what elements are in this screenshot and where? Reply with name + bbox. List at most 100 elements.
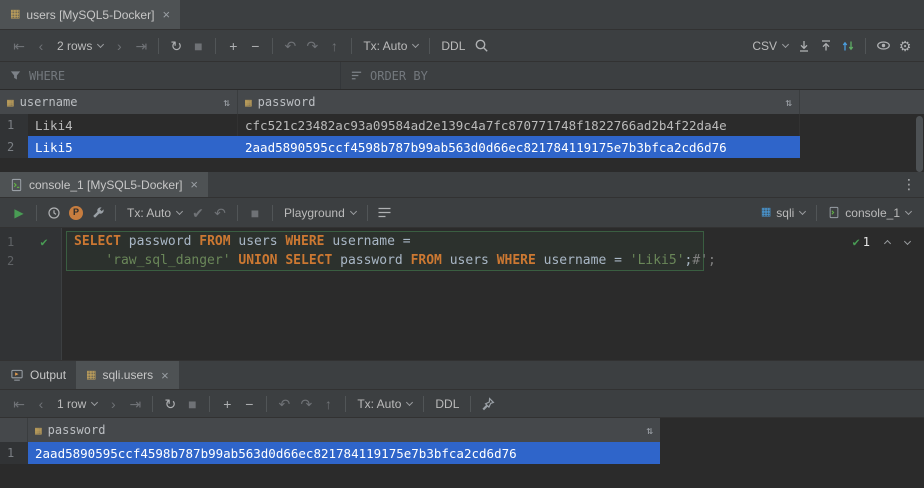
chevron-down-icon[interactable] <box>904 237 911 244</box>
redo-button[interactable]: ↷ <box>302 35 322 57</box>
cell-username[interactable]: Liki4 <box>28 114 238 136</box>
submit-button[interactable]: ↑ <box>318 393 338 415</box>
revert-button[interactable]: ↶ <box>280 35 300 57</box>
console-tab-bar: console_1 [MySQL5-Docker] × ⋮ <box>0 172 924 198</box>
cell-password[interactable]: 2aad5890595ccf4598b787b99ab563d0d66ec821… <box>28 442 660 464</box>
table-row-selected[interactable]: 2 Liki5 2aad5890595ccf4598b787b99ab563d0… <box>0 136 924 158</box>
code-token: #'; <box>692 253 715 268</box>
table-icon: ▦ <box>10 9 20 20</box>
column-header-password[interactable]: ▦ password ⇅ <box>28 418 660 442</box>
gear-icon[interactable]: ⚙ <box>895 35 915 57</box>
history-clock-icon[interactable] <box>44 202 64 224</box>
table-row-selected[interactable]: 1 2aad5890595ccf4598b787b99ab563d0d66ec8… <box>0 442 660 464</box>
close-icon[interactable]: × <box>162 8 170 21</box>
cell-value: Liki4 <box>35 118 73 133</box>
where-filter-input[interactable]: WHERE <box>0 62 340 89</box>
tx-mode-dropdown[interactable]: Tx: Auto <box>358 35 423 57</box>
sort-icon[interactable]: ⇅ <box>223 96 230 109</box>
add-row-button[interactable]: + <box>223 35 243 57</box>
cell-value: 2aad5890595ccf4598b787b99ab563d0d66ec821… <box>245 140 727 155</box>
rollback-button[interactable]: ↶ <box>210 202 230 224</box>
code-token: username = <box>325 234 411 249</box>
schema-label: sqli <box>776 206 794 220</box>
console-switcher-dropdown[interactable]: console_1 <box>823 202 916 224</box>
last-page-button[interactable]: ⇥ <box>131 35 151 57</box>
more-options-icon[interactable]: ⋮ <box>902 172 916 197</box>
column-header-password[interactable]: ▦ password ⇅ <box>238 90 800 114</box>
pin-tab-icon[interactable] <box>478 393 498 415</box>
first-page-button[interactable]: ⇤ <box>9 35 29 57</box>
grid-corner-cell <box>0 418 28 442</box>
row-number: 2 <box>0 136 28 158</box>
toolbar-separator <box>865 38 866 54</box>
close-icon[interactable]: × <box>190 178 198 191</box>
tab-output[interactable]: Output <box>0 361 76 389</box>
page-size-dropdown[interactable]: 1 row <box>52 393 102 415</box>
code-token: 'Liki5' <box>630 253 685 268</box>
add-row-button[interactable]: + <box>217 393 237 415</box>
submit-button[interactable]: ↑ <box>324 35 344 57</box>
next-page-button[interactable]: › <box>109 35 129 57</box>
export-format-dropdown[interactable]: CSV <box>747 35 793 57</box>
wrench-icon[interactable] <box>88 202 108 224</box>
cell-value: cfc521c23482ac93a09584ad2e139c4a7fc87077… <box>245 118 727 133</box>
last-page-button[interactable]: ⇥ <box>125 393 145 415</box>
next-page-button[interactable]: › <box>103 393 123 415</box>
eye-icon[interactable] <box>873 35 893 57</box>
toolbar-separator <box>266 396 267 412</box>
tx-mode-dropdown[interactable]: Tx: Auto <box>122 202 187 224</box>
column-header-username[interactable]: ▦ username ⇅ <box>0 90 238 114</box>
console-toolbar: ▶ P Tx: Auto ✔ ↶ ■ Playground ▦ sqli con… <box>0 198 924 228</box>
table-row[interactable]: 1 Liki4 cfc521c23482ac93a09584ad2e139c4a… <box>0 114 924 136</box>
refresh-button[interactable]: ↻ <box>160 393 180 415</box>
redo-button[interactable]: ↷ <box>296 393 316 415</box>
profile-icon[interactable]: P <box>66 202 86 224</box>
cell-password[interactable]: cfc521c23482ac93a09584ad2e139c4a7fc87077… <box>238 114 800 136</box>
close-icon[interactable]: × <box>161 369 169 382</box>
line-number: 1 <box>0 235 26 249</box>
row-number: 1 <box>0 442 28 464</box>
ddl-label: DDL <box>441 39 465 53</box>
tx-mode-dropdown[interactable]: Tx: Auto <box>352 393 417 415</box>
revert-button[interactable]: ↶ <box>274 393 294 415</box>
console-name-label: console_1 <box>845 206 900 220</box>
previous-page-button[interactable]: ‹ <box>31 393 51 415</box>
column-icon: ▦ <box>245 97 252 108</box>
toolbar-separator <box>816 205 817 221</box>
stop-button[interactable]: ■ <box>188 35 208 57</box>
data-sync-icon[interactable] <box>838 35 858 57</box>
import-data-icon[interactable] <box>816 35 836 57</box>
ddl-button[interactable]: DDL <box>436 35 470 57</box>
refresh-button[interactable]: ↻ <box>166 35 186 57</box>
chevron-down-icon <box>799 208 806 215</box>
schema-switcher-dropdown[interactable]: ▦ sqli <box>756 202 810 224</box>
sql-editor[interactable]: 1 ✔ SELECT password FROM users WHERE use… <box>0 228 924 360</box>
playground-mode-dropdown[interactable]: Playground <box>279 202 361 224</box>
run-button[interactable]: ▶ <box>9 202 29 224</box>
stop-button[interactable]: ■ <box>182 393 202 415</box>
tab-console-1[interactable]: console_1 [MySQL5-Docker] × <box>0 172 208 197</box>
previous-page-button[interactable]: ‹ <box>31 35 51 57</box>
toolbar-separator <box>345 396 346 412</box>
tab-users-table[interactable]: ▦ users [MySQL5-Docker] × <box>0 0 180 29</box>
order-by-filter-input[interactable]: ORDER BY <box>340 62 924 89</box>
stop-button[interactable]: ■ <box>245 202 265 224</box>
cell-password[interactable]: 2aad5890595ccf4598b787b99ab563d0d66ec821… <box>238 136 800 158</box>
commit-button[interactable]: ✔ <box>188 202 208 224</box>
delete-row-button[interactable]: − <box>245 35 265 57</box>
page-size-dropdown[interactable]: 2 rows <box>52 35 108 57</box>
cell-username[interactable]: Liki5 <box>28 136 238 158</box>
vertical-scrollbar[interactable] <box>916 116 923 172</box>
ddl-button[interactable]: DDL <box>430 393 464 415</box>
delete-row-button[interactable]: − <box>239 393 259 415</box>
sort-icon[interactable]: ⇅ <box>646 424 653 437</box>
first-page-button[interactable]: ⇤ <box>9 393 29 415</box>
sort-icon[interactable]: ⇅ <box>785 96 792 109</box>
tab-sqli-users-result[interactable]: ▦ sqli.users × <box>76 361 179 389</box>
search-icon[interactable] <box>471 35 491 57</box>
csv-label: CSV <box>752 39 777 53</box>
chevron-up-icon[interactable] <box>884 240 891 247</box>
export-data-icon[interactable] <box>794 35 814 57</box>
toolbar-separator <box>215 38 216 54</box>
view-options-icon[interactable] <box>375 202 395 224</box>
